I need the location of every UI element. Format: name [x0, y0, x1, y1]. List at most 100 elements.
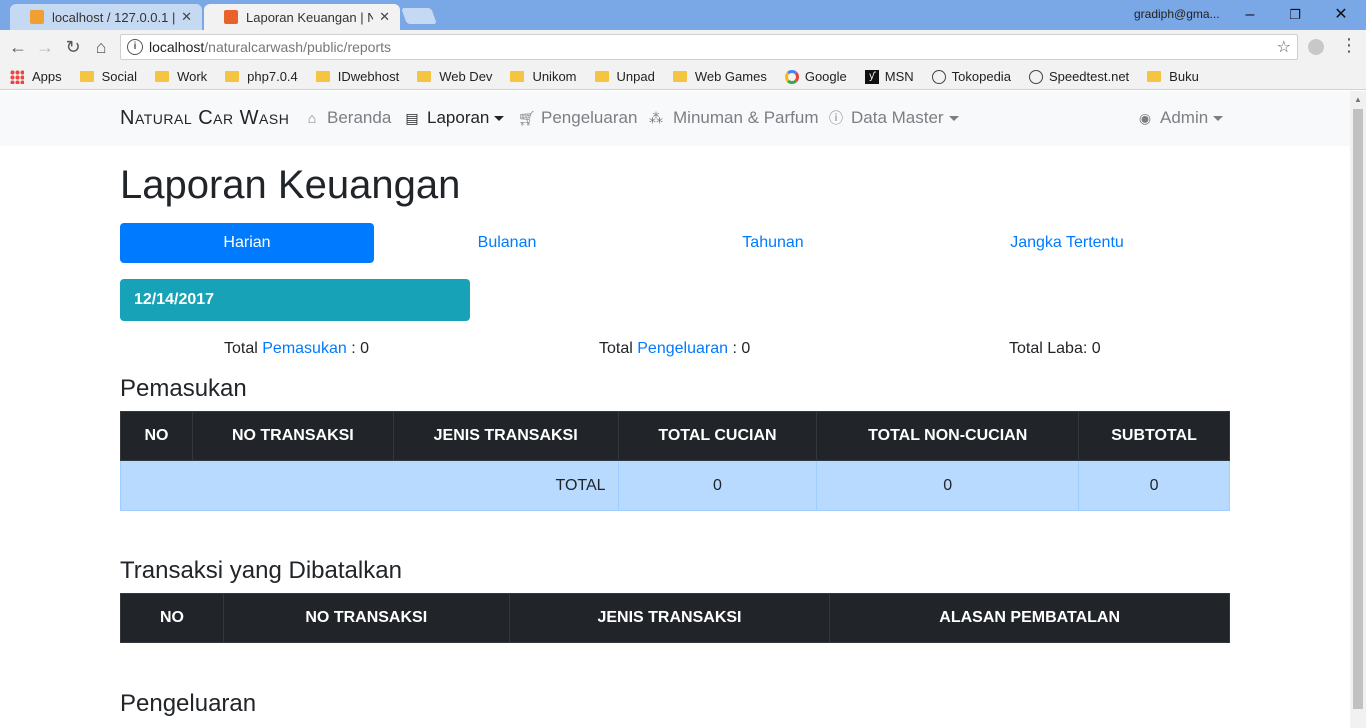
close-tab-icon[interactable]: ✕: [379, 9, 390, 25]
xampp-favicon-icon: [224, 10, 238, 24]
app-navbar: Natural Car Wash ⌂ Beranda ▤ Laporan 🛒︎ …: [0, 91, 1350, 146]
bookmark-php[interactable]: php7.0.4: [225, 69, 298, 84]
heading-pengeluaran: Pengeluaran: [120, 690, 257, 717]
profile-chip[interactable]: gradiph@gma...: [1134, 7, 1220, 21]
nav-beranda[interactable]: ⌂ Beranda: [304, 108, 392, 128]
column-header: SUBTOTAL: [1078, 411, 1230, 461]
caret-down-icon: [494, 115, 505, 121]
table-total-row: TOTAL 0 0 0: [120, 460, 1230, 511]
browser-tab-phpmyadmin[interactable]: localhost / 127.0.0.1 | php ✕: [10, 4, 202, 30]
url-host: localhost: [149, 39, 205, 55]
tab-bulanan[interactable]: Bulanan: [380, 223, 634, 263]
address-bar[interactable]: i localhost /naturalcarwash/public/repor…: [120, 34, 1298, 60]
reload-icon[interactable]: ↻: [62, 36, 84, 58]
bookmark-buku[interactable]: Buku: [1147, 69, 1199, 84]
heading-transaksi-dibatalkan: Transaksi yang Dibatalkan: [120, 557, 402, 584]
folder-icon: [594, 71, 609, 82]
pemasukan-link[interactable]: Pemasukan: [262, 340, 347, 357]
date-picker[interactable]: 12/14/2017: [120, 279, 470, 321]
bookmark-work[interactable]: Work: [155, 69, 207, 84]
msn-icon: ƴ: [864, 69, 879, 84]
bookmark-idwebhost[interactable]: IDwebhost: [315, 69, 399, 84]
nav-laporan[interactable]: ▤ Laporan: [404, 108, 505, 128]
scrollbar-thumb[interactable]: [1353, 109, 1363, 709]
close-window-icon[interactable]: ✕: [1331, 5, 1351, 25]
table-header-row: NO NO TRANSAKSI JENIS TRANSAKSI ALASAN P…: [120, 593, 1230, 643]
column-header: NO: [120, 411, 193, 461]
speedtest-icon: [1028, 69, 1043, 84]
bookmark-unikom[interactable]: Unikom: [510, 69, 577, 84]
minimize-icon[interactable]: –: [1240, 5, 1260, 25]
total-label: TOTAL: [120, 460, 619, 511]
bookmark-webdev[interactable]: Web Dev: [417, 69, 492, 84]
bookmark-unpad[interactable]: Unpad: [594, 69, 655, 84]
summary-pemasukan: Total Pemasukan : 0: [224, 340, 369, 357]
tab-tahunan[interactable]: Tahunan: [646, 223, 900, 263]
google-icon: [784, 69, 799, 84]
restore-icon[interactable]: ❐: [1285, 5, 1305, 25]
cubes-icon: ⁂: [649, 110, 663, 126]
total-cucian-value: 0: [617, 460, 818, 511]
column-header: ALASAN PEMBATALAN: [829, 593, 1230, 643]
back-icon[interactable]: ←: [7, 36, 29, 58]
table-transaksi-dibatalkan: NO NO TRANSAKSI JENIS TRANSAKSI ALASAN P…: [120, 593, 1230, 643]
bookmark-msn[interactable]: ƴ MSN: [864, 69, 914, 84]
column-header: NO TRANSAKSI: [191, 411, 394, 461]
cart-icon: 🛒︎: [518, 110, 536, 126]
bookmark-apps[interactable]: Apps: [10, 69, 62, 84]
folder-icon: [1147, 71, 1162, 82]
folder-icon: [225, 71, 240, 82]
folder-icon: [315, 71, 330, 82]
tab-title: localhost / 127.0.0.1 | php: [52, 9, 176, 25]
newspaper-icon: ▤: [405, 110, 419, 126]
total-non-cucian-value: 0: [816, 460, 1080, 511]
tab-title: Laporan Keuangan | Natu: [246, 9, 374, 25]
bookmark-tokopedia[interactable]: Tokopedia: [931, 69, 1011, 84]
column-header: NO: [120, 593, 224, 643]
nav-user-admin[interactable]: ◉ Admin: [1137, 108, 1224, 128]
tab-harian[interactable]: Harian: [120, 223, 374, 263]
tab-jangka-tertentu[interactable]: Jangka Tertentu: [940, 223, 1194, 263]
column-header: TOTAL CUCIAN: [617, 411, 818, 461]
bookmark-google[interactable]: Google: [784, 69, 847, 84]
summary-laba: Total Laba: 0: [1009, 340, 1101, 357]
bookmark-social[interactable]: Social: [79, 69, 137, 84]
tokopedia-icon: [931, 69, 946, 84]
page-title: Laporan Keuangan: [120, 163, 461, 207]
close-tab-icon[interactable]: ✕: [181, 9, 192, 25]
info-circle-icon: ⓘ: [829, 110, 843, 126]
new-tab-button[interactable]: [401, 8, 437, 24]
subtotal-value: 0: [1078, 460, 1230, 511]
nav-pengeluaran[interactable]: 🛒︎ Pengeluaran: [518, 108, 637, 128]
summary-pengeluaran: Total Pengeluaran : 0: [599, 340, 751, 357]
bookmark-webgames[interactable]: Web Games: [672, 69, 767, 84]
bookmark-star-icon[interactable]: ☆: [1277, 37, 1291, 57]
folder-icon: [510, 71, 525, 82]
browser-toolbar: ← → ↻ ⌂ i localhost /naturalcarwash/publ…: [0, 30, 1366, 64]
forward-icon[interactable]: →: [34, 36, 56, 58]
table-pemasukan: NO NO TRANSAKSI JENIS TRANSAKSI TOTAL CU…: [120, 411, 1230, 511]
column-header: JENIS TRANSAKSI: [392, 411, 619, 461]
home-icon: ⌂: [307, 110, 317, 126]
folder-icon: [417, 71, 432, 82]
browser-tab-laporan[interactable]: Laporan Keuangan | Natu ✕: [204, 4, 400, 30]
folder-icon: [79, 71, 94, 82]
browser-menu-icon[interactable]: ⋮: [1340, 35, 1358, 56]
bookmarks-bar: Apps Social Work php7.0.4 IDwebhost Web …: [0, 64, 1366, 90]
nav-minuman-parfum[interactable]: ⁂ Minuman & Parfum: [646, 108, 819, 128]
url-path: /naturalcarwash/public/reports: [204, 39, 392, 55]
pengeluaran-link[interactable]: Pengeluaran: [637, 340, 728, 357]
folder-icon: [155, 71, 170, 82]
caret-down-icon: [948, 115, 959, 121]
home-icon[interactable]: ⌂: [90, 36, 112, 58]
extension-icon[interactable]: [1308, 39, 1324, 55]
table-header-row: NO NO TRANSAKSI JENIS TRANSAKSI TOTAL CU…: [120, 411, 1230, 461]
page-scrollbar[interactable]: ▲: [1350, 91, 1366, 728]
scroll-up-icon[interactable]: ▲: [1354, 95, 1362, 104]
site-info-icon[interactable]: i: [127, 39, 143, 55]
phpmyadmin-favicon-icon: [30, 10, 44, 24]
nav-data-master[interactable]: ⓘ Data Master: [828, 108, 959, 128]
brand[interactable]: Natural Car Wash: [120, 107, 289, 130]
bookmark-speedtest[interactable]: Speedtest.net: [1028, 69, 1129, 84]
apps-grid-icon: [10, 69, 24, 84]
